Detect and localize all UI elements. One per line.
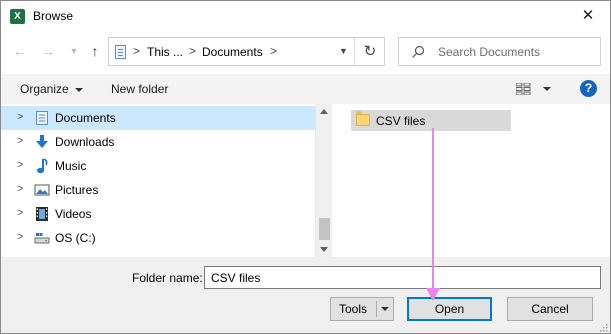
window-title: Browse bbox=[33, 9, 74, 23]
chevron-right-icon[interactable]: > bbox=[189, 44, 196, 58]
pictures-icon bbox=[34, 184, 50, 196]
chevron-right-icon[interactable]: > bbox=[17, 159, 23, 171]
refresh-icon: ↻ bbox=[363, 43, 377, 60]
folder-name-label: Folder name: bbox=[132, 271, 203, 285]
breadcrumb-this-pc[interactable]: This ... bbox=[147, 45, 183, 59]
organize-button[interactable]: Organize bbox=[20, 82, 83, 96]
folder-name-field[interactable] bbox=[204, 266, 601, 289]
search-icon bbox=[412, 45, 425, 58]
resize-grip-icon[interactable] bbox=[599, 323, 608, 332]
arrow-right-icon: → bbox=[41, 43, 55, 59]
up-button[interactable]: ↑ bbox=[85, 40, 105, 62]
breadcrumb-documents[interactable]: Documents bbox=[202, 45, 263, 59]
sidebar-item-videos[interactable]: > Videos bbox=[1, 202, 315, 226]
videos-icon bbox=[36, 207, 48, 221]
drive-icon bbox=[34, 233, 50, 244]
sidebar-item-label: OS (C:) bbox=[55, 231, 96, 245]
divider bbox=[354, 38, 355, 65]
file-list: CSV files bbox=[338, 104, 610, 257]
navigation-scrollbar[interactable] bbox=[315, 104, 332, 257]
chevron-right-icon[interactable]: > bbox=[270, 44, 277, 58]
folder-icon bbox=[356, 111, 370, 126]
download-icon bbox=[36, 135, 48, 148]
navigation-pane: > Documents > Downloads > Music > Pictur… bbox=[1, 104, 332, 257]
excel-icon: X bbox=[10, 9, 25, 24]
sidebar-item-downloads[interactable]: > Downloads bbox=[1, 130, 315, 154]
chevron-right-icon[interactable]: > bbox=[17, 231, 23, 243]
documents-icon bbox=[36, 111, 48, 125]
title-bar: X Browse ✕ bbox=[1, 1, 610, 32]
back-button[interactable]: ← bbox=[10, 40, 30, 62]
dialog-footer: Folder name: Tools Open Cancel bbox=[1, 257, 610, 333]
list-item[interactable]: CSV files bbox=[351, 110, 511, 131]
sidebar-item-label: Music bbox=[55, 159, 87, 173]
chevron-right-icon[interactable]: > bbox=[17, 135, 23, 147]
close-button[interactable]: ✕ bbox=[575, 5, 601, 27]
arrow-left-icon: ← bbox=[13, 43, 27, 59]
search-input[interactable]: Search Documents bbox=[398, 37, 601, 66]
list-item-label: CSV files bbox=[376, 114, 426, 128]
address-history-chevron-icon[interactable]: ▼ bbox=[339, 46, 348, 56]
sidebar-item-label: Pictures bbox=[55, 183, 99, 197]
chevron-down-icon[interactable] bbox=[543, 87, 551, 91]
organize-label: Organize bbox=[20, 82, 69, 96]
scrollbar-thumb[interactable] bbox=[319, 218, 330, 240]
sidebar-item-documents[interactable]: > Documents bbox=[1, 106, 315, 130]
open-button[interactable]: Open bbox=[407, 297, 492, 321]
cancel-button[interactable]: Cancel bbox=[507, 297, 593, 321]
address-bar[interactable]: > This ... > Documents > ▼ ↻ bbox=[108, 37, 385, 66]
sidebar-item-label: Downloads bbox=[55, 135, 115, 149]
new-folder-button[interactable]: New folder bbox=[111, 82, 168, 96]
divider bbox=[376, 301, 377, 317]
arrow-up-icon: ↑ bbox=[91, 43, 99, 59]
chevron-right-icon[interactable]: > bbox=[17, 183, 23, 195]
chevron-down-icon bbox=[74, 87, 83, 92]
tools-label: Tools bbox=[339, 302, 368, 316]
chevron-right-icon[interactable]: > bbox=[17, 111, 23, 123]
scroll-down-icon[interactable] bbox=[320, 247, 328, 252]
refresh-button[interactable]: ↻ bbox=[360, 42, 380, 62]
command-toolbar: Organize New folder ? bbox=[1, 74, 610, 104]
forward-button[interactable]: → bbox=[38, 40, 58, 62]
browse-dialog: X Browse ✕ ← → ▼ ↑ > This ... > Document… bbox=[0, 0, 611, 334]
chevron-right-icon: > bbox=[133, 44, 141, 58]
tools-button[interactable]: Tools bbox=[330, 297, 394, 321]
chevron-right-icon[interactable]: > bbox=[17, 207, 23, 219]
music-icon bbox=[37, 158, 48, 174]
documents-icon bbox=[115, 45, 126, 59]
scroll-up-icon[interactable] bbox=[320, 109, 328, 114]
chevron-down-icon[interactable] bbox=[381, 307, 389, 311]
search-placeholder: Search Documents bbox=[438, 45, 541, 59]
help-icon[interactable]: ? bbox=[580, 80, 597, 97]
view-options-icon[interactable] bbox=[516, 83, 532, 95]
sidebar-item-music[interactable]: > Music bbox=[1, 154, 315, 178]
sidebar-item-label: Documents bbox=[55, 111, 116, 125]
chevron-down-icon: ▼ bbox=[69, 46, 79, 56]
sidebar-item-label: Videos bbox=[55, 207, 92, 221]
sidebar-item-pictures[interactable]: > Pictures bbox=[1, 178, 315, 202]
sidebar-item-os-c[interactable]: > OS (C:) bbox=[1, 226, 315, 250]
recent-locations-button[interactable]: ▼ bbox=[64, 40, 84, 62]
